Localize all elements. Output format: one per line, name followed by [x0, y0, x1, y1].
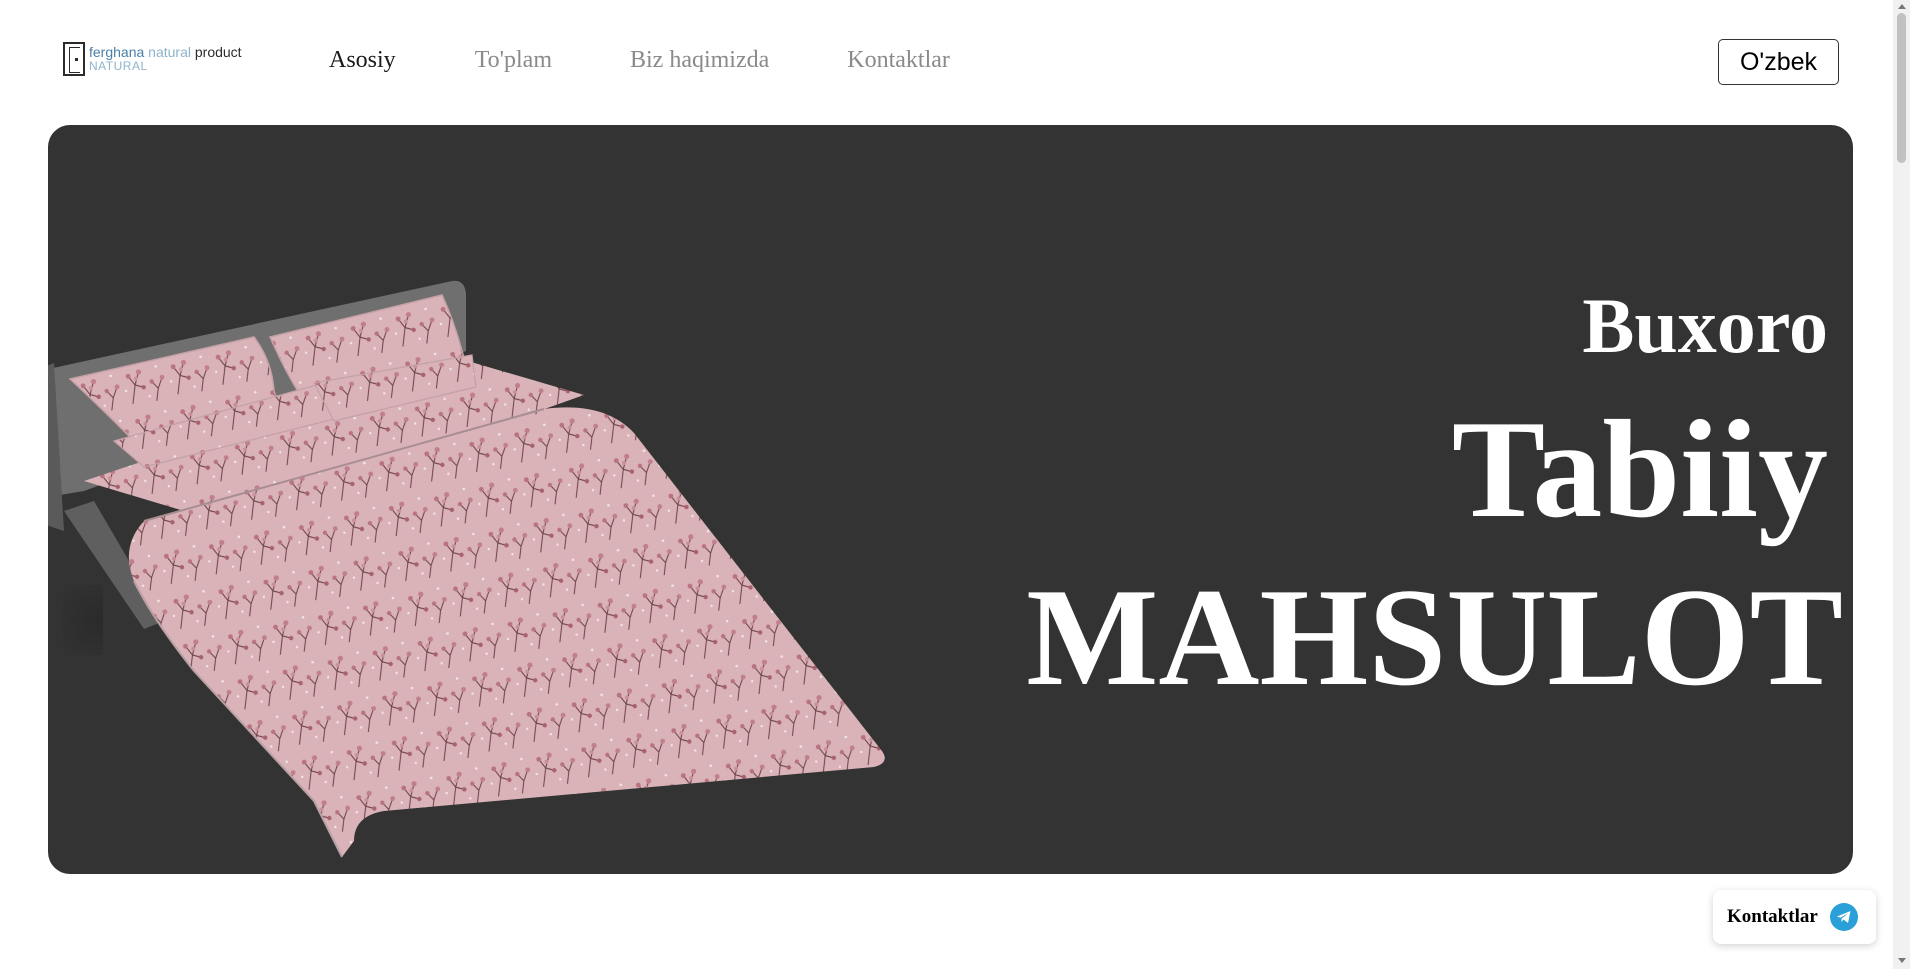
language-select-button[interactable]: O'zbek — [1718, 39, 1839, 85]
nav-link-home[interactable]: Asosiy — [329, 47, 396, 74]
nav-link-contacts[interactable]: Kontaktlar — [847, 47, 950, 74]
bed-product-image — [48, 280, 885, 858]
hero-banner: Buxoro Tabiiy MAHSULOT — [48, 125, 1853, 874]
hero-heading-natural: Tabiiy — [1451, 392, 1828, 547]
main-nav: Asosiy To'plam Biz haqimizda Kontaktlar — [329, 47, 950, 74]
hero-heading-city: Buxoro — [1582, 282, 1828, 369]
brand-logo[interactable]: ferghana natural product NATURAL — [63, 41, 253, 77]
logo-subtitle: NATURAL — [89, 59, 148, 73]
floating-contact-button[interactable]: Kontaktlar — [1713, 890, 1876, 944]
telegram-icon — [1829, 903, 1858, 931]
logo-word-natural: natural — [144, 44, 191, 60]
bed-shadow — [63, 585, 103, 655]
logo-word-ferghana: ferghana — [89, 44, 145, 60]
nav-link-collection[interactable]: To'plam — [475, 47, 552, 74]
scroll-up-arrow-icon[interactable] — [1898, 4, 1906, 9]
logo-word-product: product — [190, 44, 242, 60]
scroll-down-arrow-icon[interactable] — [1898, 958, 1906, 963]
vertical-scrollbar[interactable] — [1893, 0, 1910, 969]
site-header: ferghana natural product NATURAL Asosiy … — [0, 0, 1890, 124]
door-logo-icon — [63, 42, 85, 76]
scrollbar-thumb[interactable] — [1897, 13, 1906, 163]
nav-link-about[interactable]: Biz haqimizda — [630, 47, 769, 74]
hero-heading-product: MAHSULOT — [1026, 560, 1843, 715]
floating-contact-label: Kontaktlar — [1727, 906, 1818, 927]
logo-text: ferghana natural product NATURAL — [89, 45, 242, 73]
